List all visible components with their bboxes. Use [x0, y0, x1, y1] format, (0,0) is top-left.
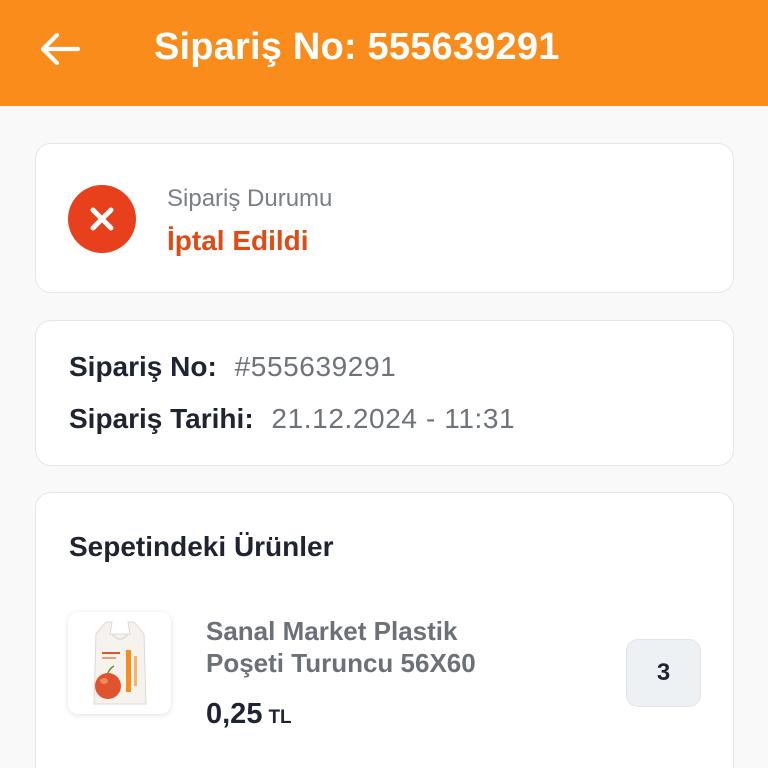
product-price-value: 0,25 — [206, 698, 263, 730]
order-number-value: #555639291 — [234, 351, 397, 382]
status-value: İptal Edildi — [167, 225, 309, 256]
order-number-row: Sipariş No: #555639291 — [69, 351, 396, 383]
order-status-card: Sipariş Durumu İptal Edildi — [35, 143, 734, 293]
product-price-currency: TL — [268, 707, 292, 728]
order-date-row: Sipariş Tarihi: 21.12.2024 - 11:31 — [69, 403, 515, 435]
back-button[interactable] — [30, 24, 90, 74]
product-price: 0,25 TL — [206, 698, 292, 731]
order-number-label: Sipariş No: — [69, 351, 217, 382]
arrow-left-icon — [40, 32, 80, 66]
product-image[interactable] — [68, 612, 171, 714]
product-quantity-badge: 3 — [626, 639, 701, 707]
cancel-x-icon — [68, 185, 136, 253]
order-date-value: 21.12.2024 - 11:31 — [271, 403, 516, 434]
status-caption: Sipariş Durumu — [167, 185, 333, 212]
product-name[interactable]: Sanal Market Plastik Poşeti Turuncu 56X6… — [206, 615, 526, 679]
page-title: Sipariş No: 555639291 — [154, 26, 560, 68]
shopping-bag-icon — [92, 621, 147, 705]
order-date-label: Sipariş Tarihi: — [69, 403, 254, 434]
app-header: Sipariş No: 555639291 — [0, 0, 768, 106]
products-section-title: Sepetindeki Ürünler — [69, 531, 334, 562]
basket-products-card: Sepetindeki Ürünler Sanal Market Plastik… — [35, 492, 734, 768]
order-info-card: Sipariş No: #555639291 Sipariş Tarihi: 2… — [35, 320, 734, 466]
